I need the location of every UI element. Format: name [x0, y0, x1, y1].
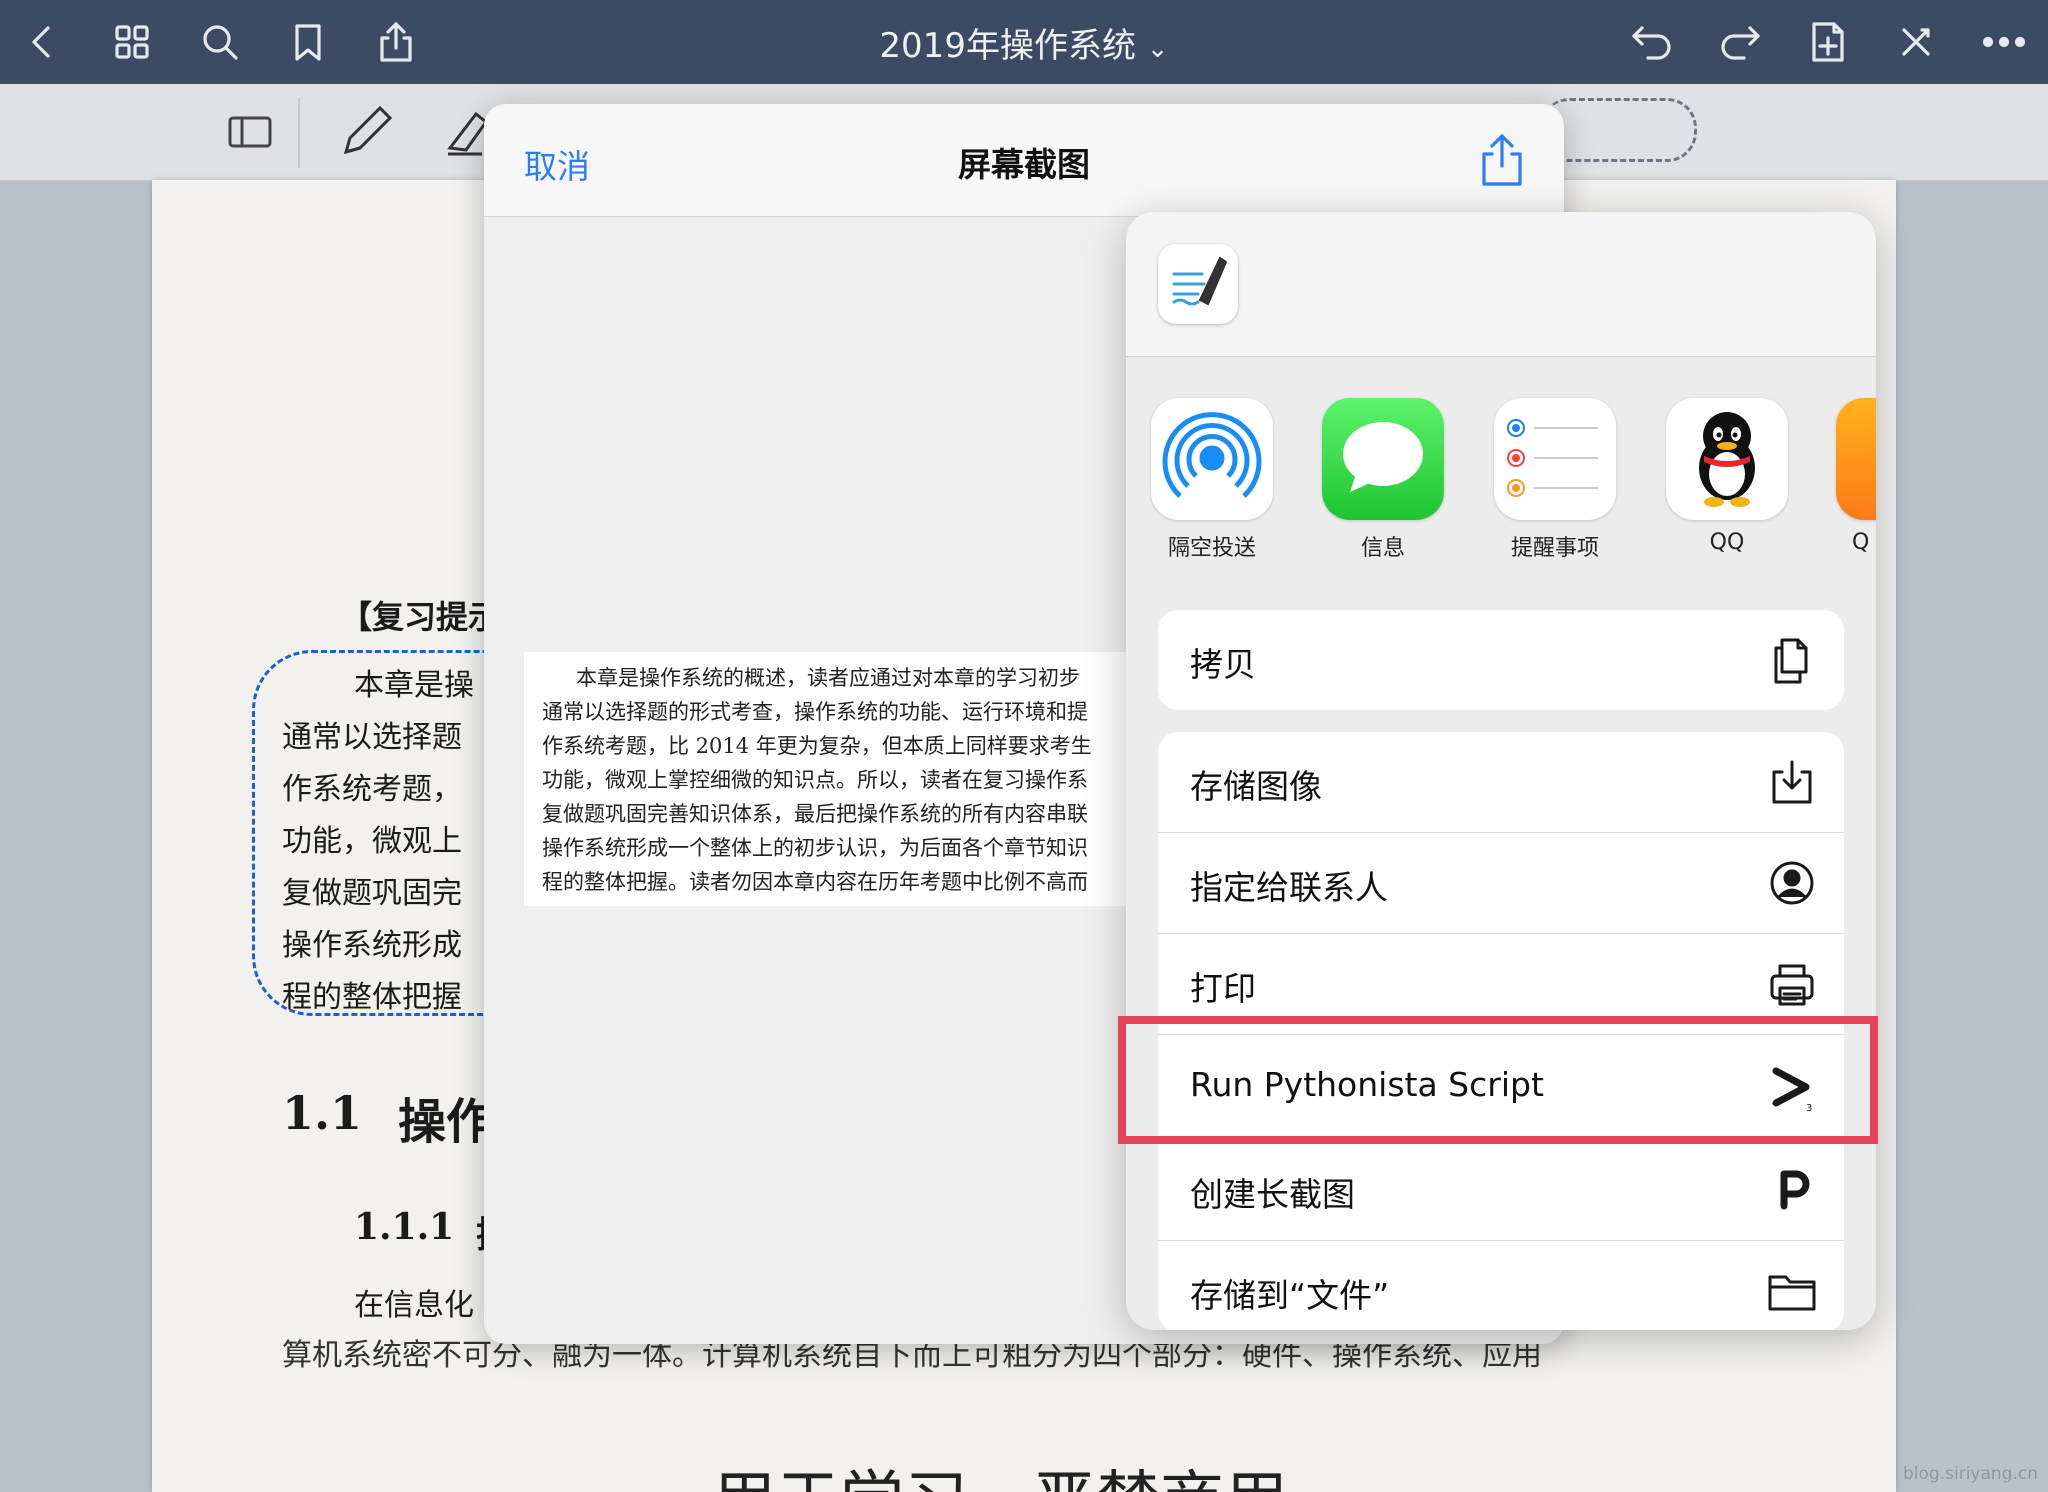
para-line: 本章是操	[354, 668, 474, 703]
picsew-icon	[1766, 1164, 1818, 1216]
app-label: 提醒事项	[1510, 536, 1599, 561]
para-line: 功能，微观上	[282, 824, 462, 859]
review-heading: 【复习提示	[340, 598, 501, 636]
modal-header: 取消 屏幕截图	[484, 104, 1564, 217]
app-label: 隔空投送	[1167, 536, 1256, 561]
section-title: 操作	[398, 1094, 495, 1150]
close-toolbar-icon[interactable]	[1888, 14, 1944, 70]
snippet-line: 复做题巩固完善知识体系，最后把操作系统的所有内容串联	[542, 802, 1088, 826]
toolbar-divider	[298, 98, 300, 168]
top-navigation-bar: 2019年操作系统 ⌄	[0, 0, 2048, 84]
undo-icon[interactable]	[1624, 14, 1680, 70]
subsection-number: 1.1.1	[354, 1206, 455, 1248]
snippet-line: 本章是操作系统的概述，读者应通过对本章的学习初步	[576, 666, 1080, 690]
pen-tool-icon[interactable]	[336, 102, 396, 162]
action-copy[interactable]: 拷贝	[1158, 610, 1844, 710]
highlight-box	[1118, 1016, 1878, 1144]
action-group-copy: 拷贝	[1158, 610, 1844, 710]
snippet-line: 程的整体把握。读者勿因本章内容在历年考题中比例不高而	[542, 870, 1088, 894]
lasso-layout-icon[interactable]	[224, 106, 276, 158]
modal-title: 屏幕截图	[958, 145, 1090, 184]
partial-app-icon	[1836, 398, 1876, 520]
qq-app[interactable]: QQ	[1665, 398, 1789, 555]
action-long-screenshot[interactable]: 创建长截图	[1158, 1140, 1844, 1241]
action-label: 创建长截图	[1190, 1175, 1355, 1214]
body-line: 在信息化	[354, 1288, 474, 1323]
action-label: 打印	[1190, 969, 1256, 1008]
para-line: 通常以选择题	[282, 720, 462, 755]
app-label: Q	[1852, 530, 1870, 555]
copy-icon	[1766, 634, 1818, 686]
share-icon[interactable]	[1474, 130, 1530, 190]
reminders-icon	[1494, 398, 1616, 520]
para-line: 作系统考题，	[282, 772, 462, 807]
partial-app[interactable]: Q	[1836, 398, 1876, 555]
para-line: 复做题巩固完	[282, 876, 462, 911]
snippet-line: 作系统考题，比 2014 年更为复杂，但本质上同样要求考生	[542, 734, 1092, 758]
folder-icon	[1766, 1265, 1818, 1317]
share-sheet: 隔空投送 信息 提醒事项 QQ Q 拷贝 存储图像 指定给联系人 打印 Run …	[1126, 212, 1876, 1330]
contact-icon	[1766, 857, 1818, 909]
document-title-text: 2019年操作系统	[879, 26, 1136, 66]
eraser-tool-icon[interactable]	[446, 102, 489, 162]
add-page-icon[interactable]	[1800, 14, 1856, 70]
snippet-line: 功能，微观上掌控细微的知识点。所以，读者在复习操作系	[542, 768, 1088, 792]
action-assign-contact[interactable]: 指定给联系人	[1158, 833, 1844, 934]
action-label: 拷贝	[1190, 645, 1256, 684]
save-image-icon	[1766, 756, 1818, 808]
section-number: 1.1	[282, 1086, 363, 1140]
notes-app-thumbnail-icon	[1158, 244, 1238, 324]
messages-icon	[1322, 398, 1444, 520]
chevron-down-icon: ⌄	[1146, 34, 1169, 64]
airdrop-icon	[1151, 398, 1273, 520]
para-line: 操作系统形成	[282, 928, 462, 963]
action-save-image[interactable]: 存储图像	[1158, 732, 1844, 833]
snippet-line: 通常以选择题的形式考查，操作系统的功能、运行环境和提	[542, 700, 1088, 724]
redo-icon[interactable]	[1712, 14, 1768, 70]
para-line: 程的整体把握	[282, 980, 462, 1015]
action-label: 指定给联系人	[1190, 868, 1388, 907]
share-sheet-header	[1126, 212, 1876, 357]
airdrop-app[interactable]: 隔空投送	[1150, 398, 1274, 562]
print-icon	[1766, 958, 1818, 1010]
action-label: 存储到“文件”	[1190, 1276, 1390, 1315]
action-save-to-files[interactable]: 存储到“文件”	[1158, 1241, 1844, 1330]
snippet-line: 操作系统形成一个整体上的初步认识，为后面各个章节知识	[542, 836, 1088, 860]
reminders-app[interactable]: 提醒事项	[1493, 398, 1617, 562]
screenshot-preview: 本章是操作系统的概述，读者应通过对本章的学习初步 通常以选择题的形式考查，操作系…	[524, 652, 1164, 906]
watermark: blog.siriyang.cn	[1903, 1464, 2038, 1484]
messages-app[interactable]: 信息	[1321, 398, 1445, 562]
qq-icon	[1666, 398, 1788, 520]
action-label: 存储图像	[1190, 767, 1322, 806]
app-label: 信息	[1360, 536, 1405, 561]
app-label: QQ	[1709, 530, 1745, 555]
footer-notice: 用于学习，严禁商用	[712, 1450, 1288, 1492]
more-icon[interactable]	[1976, 14, 2032, 70]
